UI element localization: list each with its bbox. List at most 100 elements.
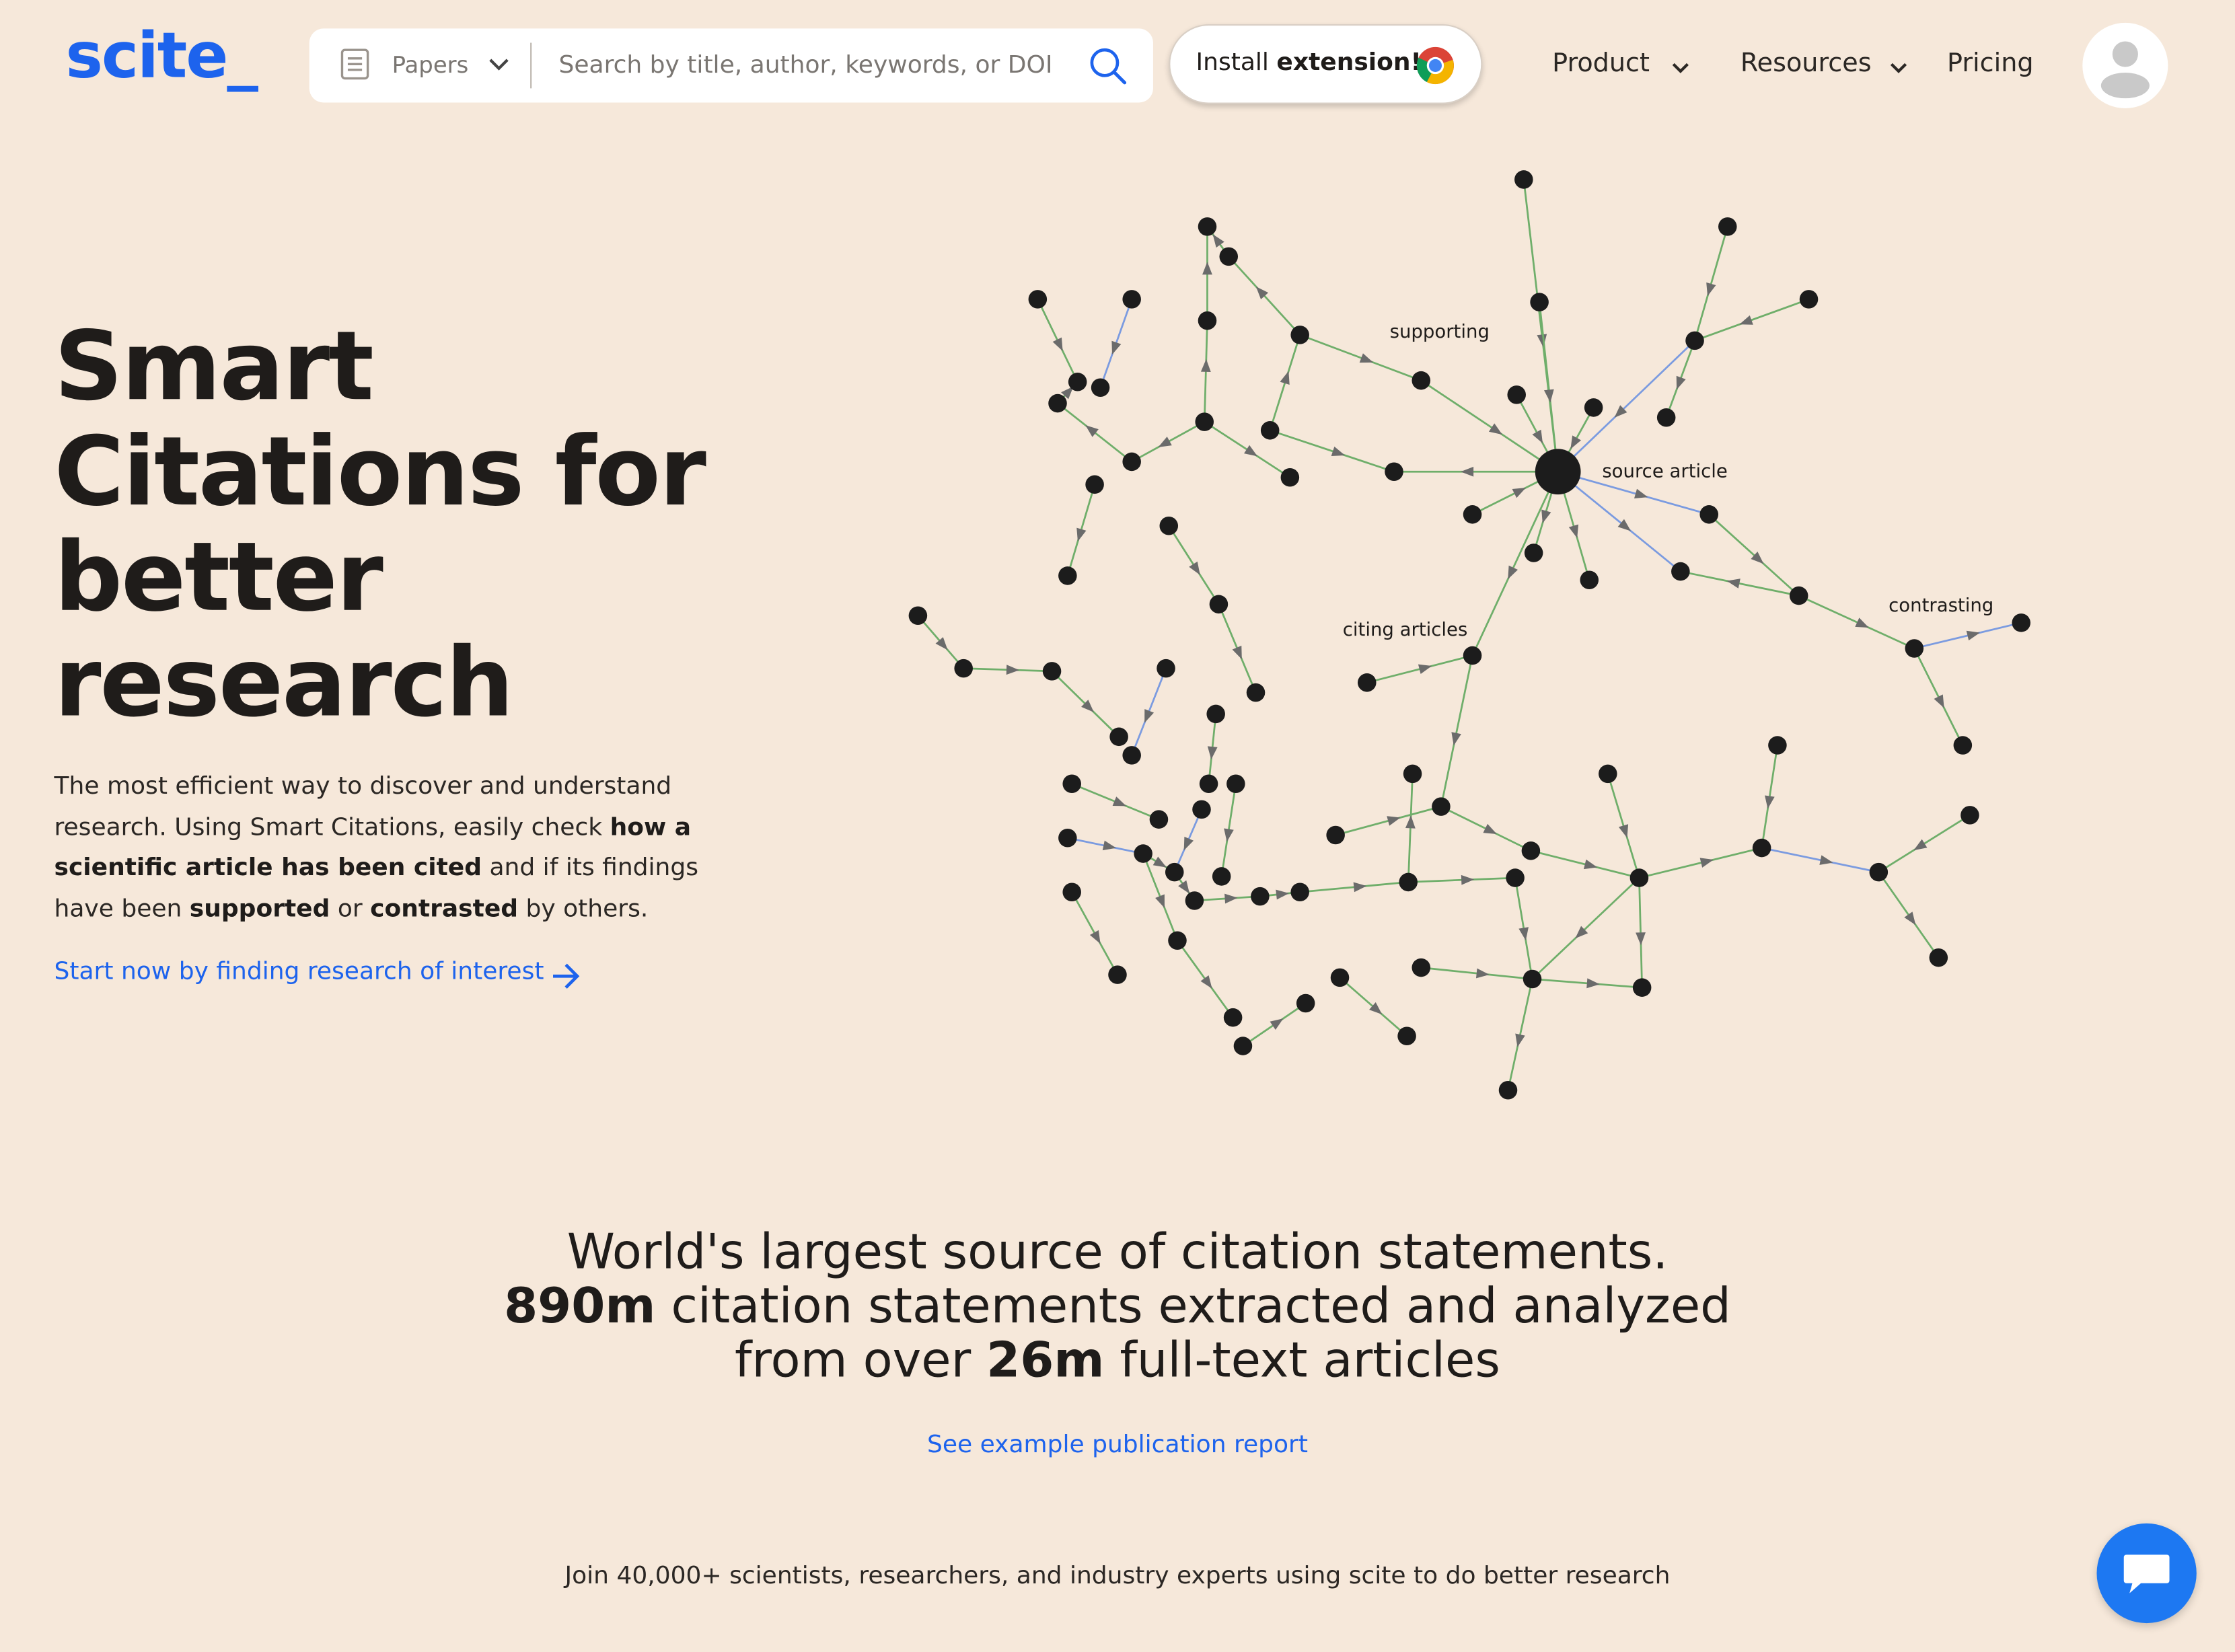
edge-arrow [1387, 816, 1401, 826]
citing-article-node [1929, 948, 1948, 967]
citing-article-node [1357, 673, 1377, 692]
citing-article-node [1632, 978, 1652, 997]
hero-description: The most efficient way to discover and u… [54, 767, 739, 930]
edge-arrow [1739, 315, 1753, 325]
citing-article-node [1157, 659, 1175, 678]
edge-arrow [1418, 664, 1432, 674]
supporting-edge [1531, 877, 1640, 980]
chat-button[interactable] [2096, 1523, 2197, 1624]
edge-arrow [1112, 796, 1127, 806]
edge-arrow [1855, 617, 1869, 628]
citing-article-node [1165, 862, 1184, 882]
citing-article-node [1226, 774, 1245, 794]
citing-article-node [1412, 371, 1431, 390]
arrow-right-icon[interactable] [550, 962, 582, 990]
desc-text: The most efficient way to discover and u… [54, 772, 672, 842]
citing-article-node [1507, 385, 1526, 404]
citing-article-node [1192, 800, 1211, 819]
edge-arrow [1461, 874, 1475, 885]
edge-arrow [1089, 930, 1101, 944]
stats-number: 890m [504, 1278, 656, 1336]
edge-arrow [1618, 824, 1629, 838]
citing-article-node [1223, 1008, 1243, 1027]
citing-article-node [1326, 825, 1345, 845]
hero-title-line: research [54, 627, 514, 739]
citing-article-node [1058, 828, 1077, 848]
citing-article-node [1122, 452, 1141, 472]
citing-article-node [1656, 408, 1676, 427]
supporting-edge [1680, 570, 1799, 597]
stats-text: full-text articles [1104, 1332, 1500, 1390]
citing-article-node [1219, 247, 1239, 266]
citing-article-node [1385, 462, 1403, 482]
label-contrasting: contrasting [1889, 595, 1993, 616]
join-text: Join 40,000+ scientists, researchers, an… [564, 1562, 1671, 1591]
citing-article-node [1330, 968, 1350, 987]
citing-article-node [1068, 373, 1087, 391]
edge-arrow [1102, 840, 1116, 851]
citing-article-node [1463, 646, 1482, 665]
contrasting-edge [1557, 471, 1681, 572]
edge-arrow [1405, 815, 1416, 829]
citing-article-node [1412, 958, 1431, 977]
citing-article-node [1109, 727, 1128, 747]
supporting-edge [1471, 471, 1559, 656]
citing-article-node [1091, 378, 1110, 398]
citing-article-node [1290, 883, 1309, 902]
citing-article-node [1198, 217, 1217, 236]
edge-arrow [1586, 978, 1600, 989]
source-article-node [1535, 449, 1581, 495]
supporting-edge [1270, 429, 1395, 473]
citing-article-node [1399, 872, 1418, 892]
edge-arrow [1508, 565, 1518, 580]
citing-article-node [1718, 217, 1737, 236]
citing-article-node [1403, 764, 1422, 784]
citing-article-node [1260, 421, 1280, 440]
citing-article-node [1198, 311, 1217, 330]
citing-article-node [1199, 774, 1218, 794]
citing-article-node [1869, 862, 1889, 882]
citing-article-node [1768, 736, 1787, 755]
supporting-edge [1538, 301, 1560, 472]
stats-line: 890m citation statements extracted and a… [405, 1280, 1831, 1335]
citing-article-node [1209, 595, 1229, 614]
edge-arrow [1189, 561, 1200, 575]
citing-article-node [1432, 797, 1451, 816]
citing-article-node [1122, 746, 1141, 765]
citing-article-node [1251, 887, 1270, 906]
citing-article-node [1521, 841, 1541, 860]
hero-title-line: better [54, 521, 383, 633]
edge-arrow [1144, 709, 1155, 723]
citing-article-node [1048, 393, 1067, 413]
edge-arrow [1052, 337, 1063, 352]
edge-arrow [1819, 855, 1833, 865]
citing-article-node [1195, 412, 1214, 431]
label-supporting: supporting [1390, 321, 1490, 342]
stats-line: World's largest source of citation state… [566, 1224, 1669, 1281]
edge-arrow [1200, 975, 1212, 989]
citing-article-node [1752, 838, 1771, 858]
citing-article-node [1685, 331, 1704, 350]
citing-article-node [1397, 1026, 1416, 1046]
citing-article-node [2012, 613, 2030, 632]
citing-article-node [1514, 170, 1533, 189]
citing-article-node [1134, 844, 1152, 863]
edge-arrow [1359, 353, 1374, 363]
citing-article-node [1584, 398, 1603, 417]
citing-article-node [1122, 290, 1141, 309]
citing-article-node [1498, 1080, 1518, 1100]
example-report-link[interactable]: See example publication report [832, 1431, 1402, 1459]
supporting-edge [1708, 513, 1800, 597]
edge-arrow [1244, 445, 1258, 457]
edge-arrow [1200, 359, 1211, 373]
edge-arrow [1111, 340, 1122, 355]
edge-arrow [1515, 1033, 1525, 1047]
citing-article-node [1961, 806, 1979, 825]
start-now-link[interactable]: Start now by finding research of interes… [54, 958, 544, 986]
label-citing-articles: citing articles [1343, 619, 1468, 640]
edge-arrow [1158, 437, 1172, 447]
edge-arrow [1483, 823, 1497, 834]
citing-article-node [1599, 764, 1617, 784]
supporting-edge [1639, 847, 1762, 879]
citing-article-node [1296, 993, 1315, 1013]
